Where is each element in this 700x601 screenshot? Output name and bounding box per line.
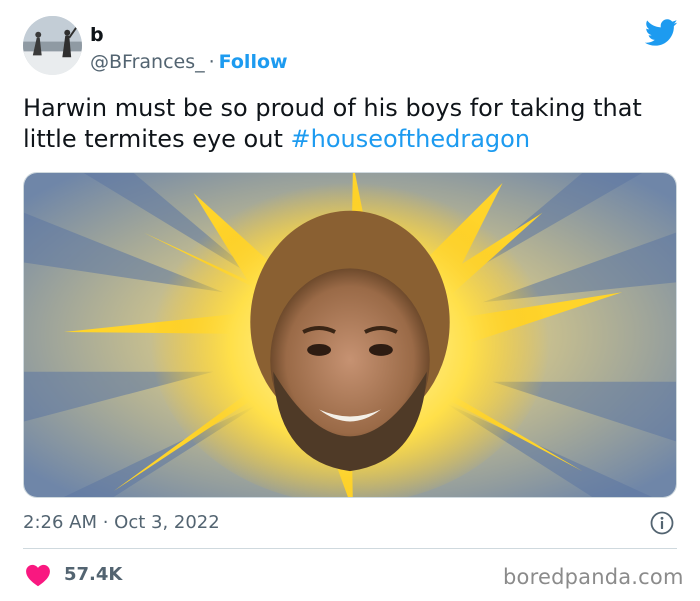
tweet-timestamp[interactable]: 2:26 AM · Oct 3, 2022 [23, 511, 220, 535]
heart-icon[interactable] [25, 563, 51, 587]
hashtag-link[interactable]: #houseofthedragon [291, 125, 531, 153]
sun-face-image [24, 173, 676, 497]
tweet-text: Harwin must be so proud of his boys for … [23, 93, 673, 155]
divider [23, 548, 677, 549]
tweet-card: b @BFrances_ · Follow Harwin must be so pr… [0, 0, 700, 601]
like-count: 57.4K [64, 564, 123, 585]
follow-button[interactable]: Follow [219, 51, 288, 73]
twitter-bird-icon[interactable] [645, 19, 678, 47]
info-icon[interactable] [650, 511, 674, 535]
user-handle[interactable]: @BFrances_ [90, 51, 205, 73]
handle-row: @BFrances_ · Follow [90, 50, 288, 74]
watermark: boredpanda.com [503, 565, 684, 589]
avatar-image [23, 16, 82, 75]
separator: · [208, 51, 215, 73]
user-name[interactable]: b [90, 24, 104, 46]
avatar[interactable] [23, 16, 82, 75]
tweet-media-image[interactable] [23, 172, 677, 498]
